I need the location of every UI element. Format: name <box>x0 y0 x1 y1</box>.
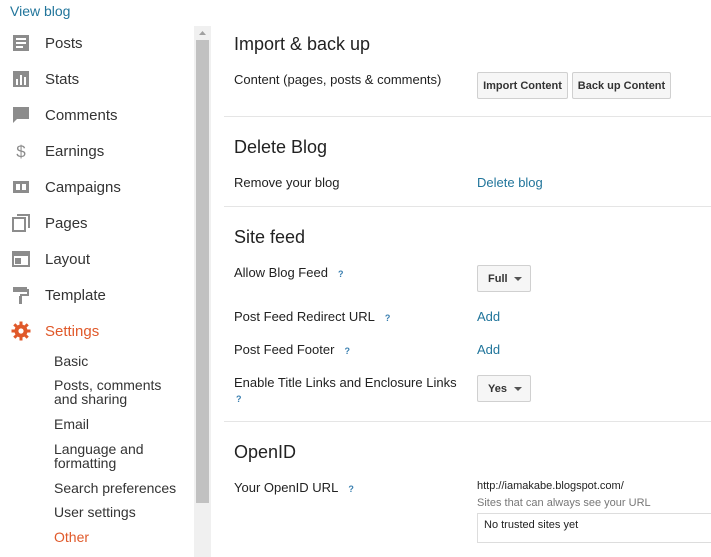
delete-blog-link[interactable]: Delete blog <box>477 175 543 190</box>
sidebar-item-label: Comments <box>45 106 118 124</box>
allow-blog-feed-value: Full <box>488 272 508 285</box>
enclosure-links-select[interactable]: Yes <box>477 375 531 402</box>
sidebar-item-label: Pages <box>45 214 88 232</box>
view-blog-link[interactable]: View blog <box>10 3 70 19</box>
allow-blog-feed-text: Allow Blog Feed <box>234 265 328 280</box>
sidebar-item-layout[interactable]: Layout <box>0 244 194 274</box>
sidebar-item-label: Stats <box>45 70 80 88</box>
sidebar-item-label: Layout <box>45 250 91 268</box>
sidebar-item-label: Template <box>45 286 106 304</box>
campaigns-icon <box>11 177 31 197</box>
openid-url-text: Your OpenID URL <box>234 480 339 495</box>
sidebar-item-campaigns[interactable]: Campaigns <box>0 172 194 202</box>
post-feed-redirect-label: Post Feed Redirect URL? <box>234 309 390 324</box>
dollar-icon: $ <box>11 141 31 161</box>
help-icon[interactable]: ? <box>348 484 354 494</box>
help-icon[interactable]: ? <box>385 313 391 323</box>
openid-title: OpenID <box>234 442 297 462</box>
sidebar-subitem-basic[interactable]: Basic <box>54 354 184 368</box>
sidebar-item-label: Settings <box>45 322 100 340</box>
import-content-button[interactable]: Import Content <box>477 72 568 99</box>
scroll-up-arrow-icon[interactable] <box>194 26 211 40</box>
post-feed-redirect-add-link[interactable]: Add <box>477 309 500 324</box>
allow-blog-feed-select[interactable]: Full <box>477 265 531 292</box>
pages-icon <box>11 213 31 233</box>
sidebar-subitem-search-preferences[interactable]: Search preferences <box>54 481 184 495</box>
post-feed-footer-label: Post Feed Footer? <box>234 342 350 357</box>
sidebar-item-label: Posts <box>45 34 83 52</box>
template-icon <box>11 285 31 305</box>
sidebar-item-template[interactable]: Template <box>0 280 194 310</box>
section-divider <box>224 206 711 207</box>
sidebar-subitem-other[interactable]: Other <box>54 530 184 544</box>
sidebar-subitem-email[interactable]: Email <box>54 417 184 431</box>
svg-text:$: $ <box>16 142 26 161</box>
post-feed-footer-text: Post Feed Footer <box>234 342 335 357</box>
trusted-sites-list: No trusted sites yet <box>477 513 711 543</box>
trusted-sites-caption: Sites that can always see your URL <box>477 497 651 509</box>
sidebar-item-comments[interactable]: Comments <box>0 100 194 130</box>
trusted-sites-empty-text: No trusted sites yet <box>484 519 579 531</box>
sidebar-item-pages[interactable]: Pages <box>0 208 194 238</box>
sidebar-subitem-user-settings[interactable]: User settings <box>54 505 184 519</box>
help-icon[interactable]: ? <box>344 346 350 356</box>
stats-icon <box>11 69 31 89</box>
sidebar-item-stats[interactable]: Stats <box>0 64 194 94</box>
openid-url-label: Your OpenID URL? <box>234 480 354 495</box>
enclosure-links-value: Yes <box>488 382 507 395</box>
post-feed-footer-add-link[interactable]: Add <box>477 342 500 357</box>
openid-url-value: http://iamakabe.blogspot.com/ <box>477 480 624 492</box>
remove-blog-label: Remove your blog <box>234 175 340 190</box>
allow-blog-feed-label: Allow Blog Feed? <box>234 265 343 280</box>
sidebar-item-posts[interactable]: Posts <box>0 28 194 58</box>
chevron-down-icon <box>514 387 522 391</box>
delete-blog-title: Delete Blog <box>234 137 328 157</box>
sidebar-item-earnings[interactable]: $ Earnings <box>0 136 194 166</box>
layout-icon <box>11 249 31 269</box>
site-feed-title: Site feed <box>234 227 306 247</box>
import-backup-title: Import & back up <box>234 34 371 54</box>
sidebar-item-label: Campaigns <box>45 178 121 196</box>
chevron-down-icon <box>514 277 522 281</box>
sidebar-subitem-language-formatting[interactable]: Language and formatting <box>54 442 184 470</box>
section-divider <box>224 116 711 117</box>
scrollbar-thumb[interactable] <box>196 40 209 503</box>
help-icon[interactable]: ? <box>236 394 242 404</box>
post-feed-redirect-text: Post Feed Redirect URL <box>234 309 375 324</box>
settings-other-panel: Import & back up Content (pages, posts &… <box>224 0 711 557</box>
help-icon[interactable]: ? <box>338 269 344 279</box>
sidebar-item-settings[interactable]: Settings <box>0 316 194 346</box>
comments-icon <box>11 105 31 125</box>
enclosure-links-label: Enable Title Links and Enclosure Links ? <box>234 375 474 405</box>
sidebar-item-label: Earnings <box>45 142 105 160</box>
gear-icon <box>11 321 31 341</box>
enclosure-links-text: Enable Title Links and Enclosure Links <box>234 375 457 390</box>
sidebar-subitem-posts-comments-sharing[interactable]: Posts, comments and sharing <box>54 378 184 406</box>
content-label: Content (pages, posts & comments) <box>234 72 442 87</box>
section-divider <box>224 421 711 422</box>
sidebar-scrollbar[interactable] <box>194 26 211 557</box>
sidebar: View blog Posts Stats Comments $ Earning… <box>0 0 194 557</box>
posts-icon <box>11 33 31 53</box>
backup-content-button[interactable]: Back up Content <box>572 72 671 99</box>
